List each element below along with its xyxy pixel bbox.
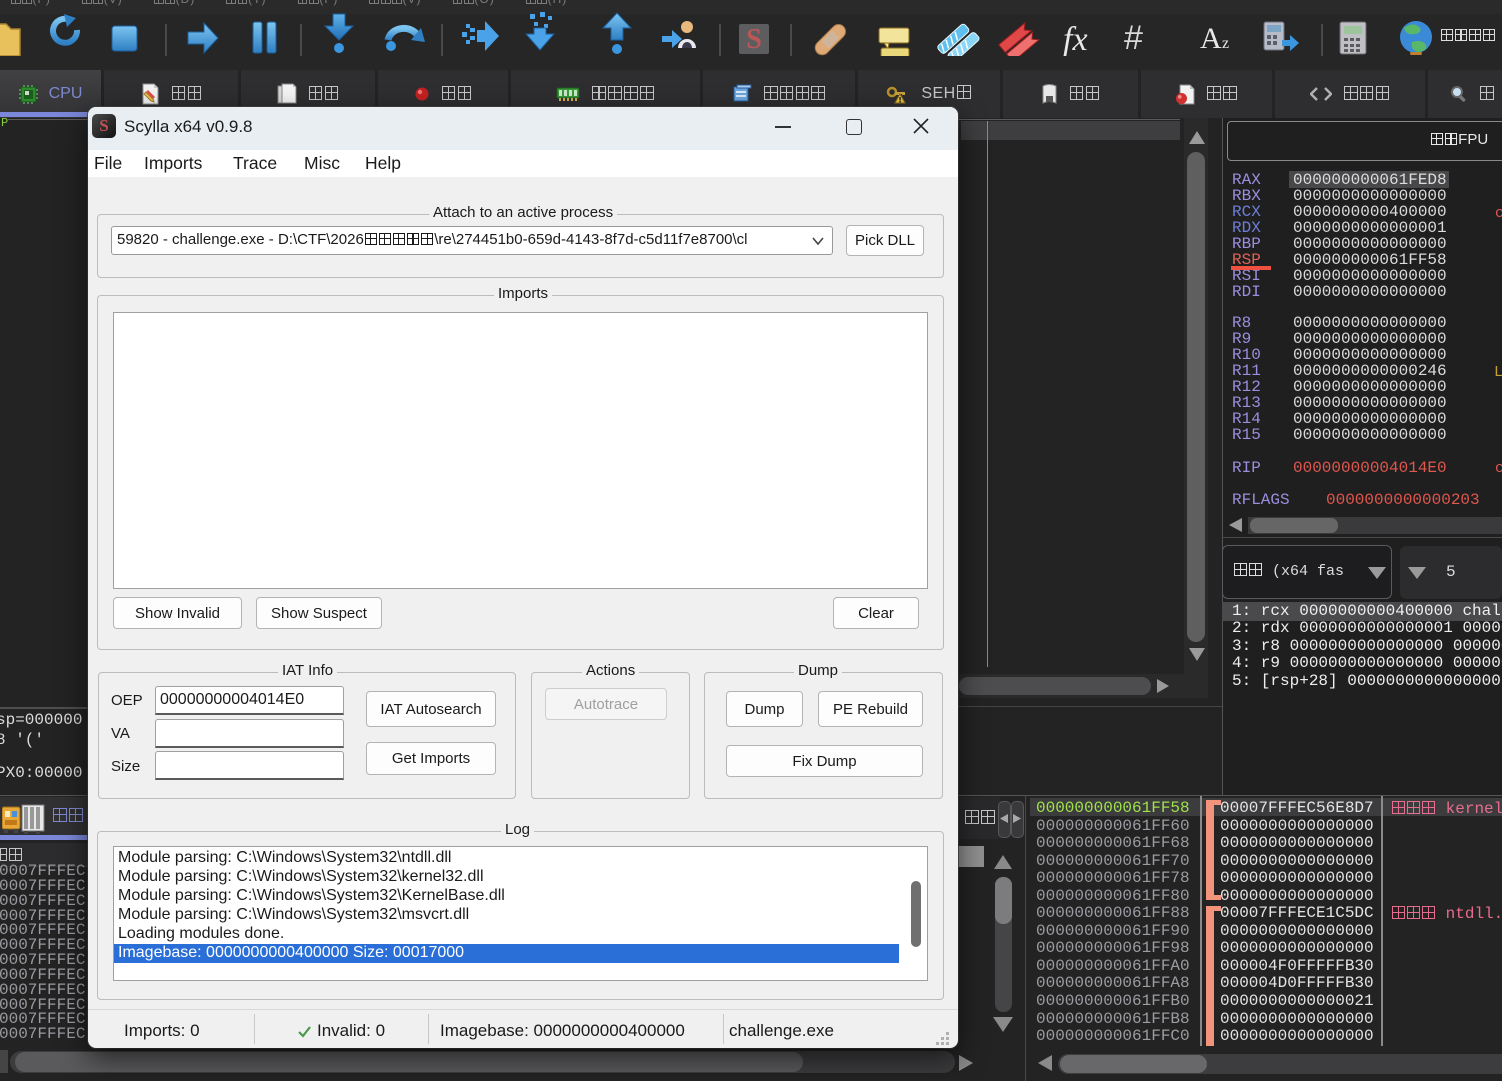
svg-text:S: S	[746, 24, 762, 55]
svg-text:A: A	[1200, 22, 1222, 55]
svg-text:z: z	[1222, 35, 1229, 52]
svg-text:fx: fx	[1063, 21, 1088, 56]
svg-text:#: #	[1124, 19, 1143, 56]
